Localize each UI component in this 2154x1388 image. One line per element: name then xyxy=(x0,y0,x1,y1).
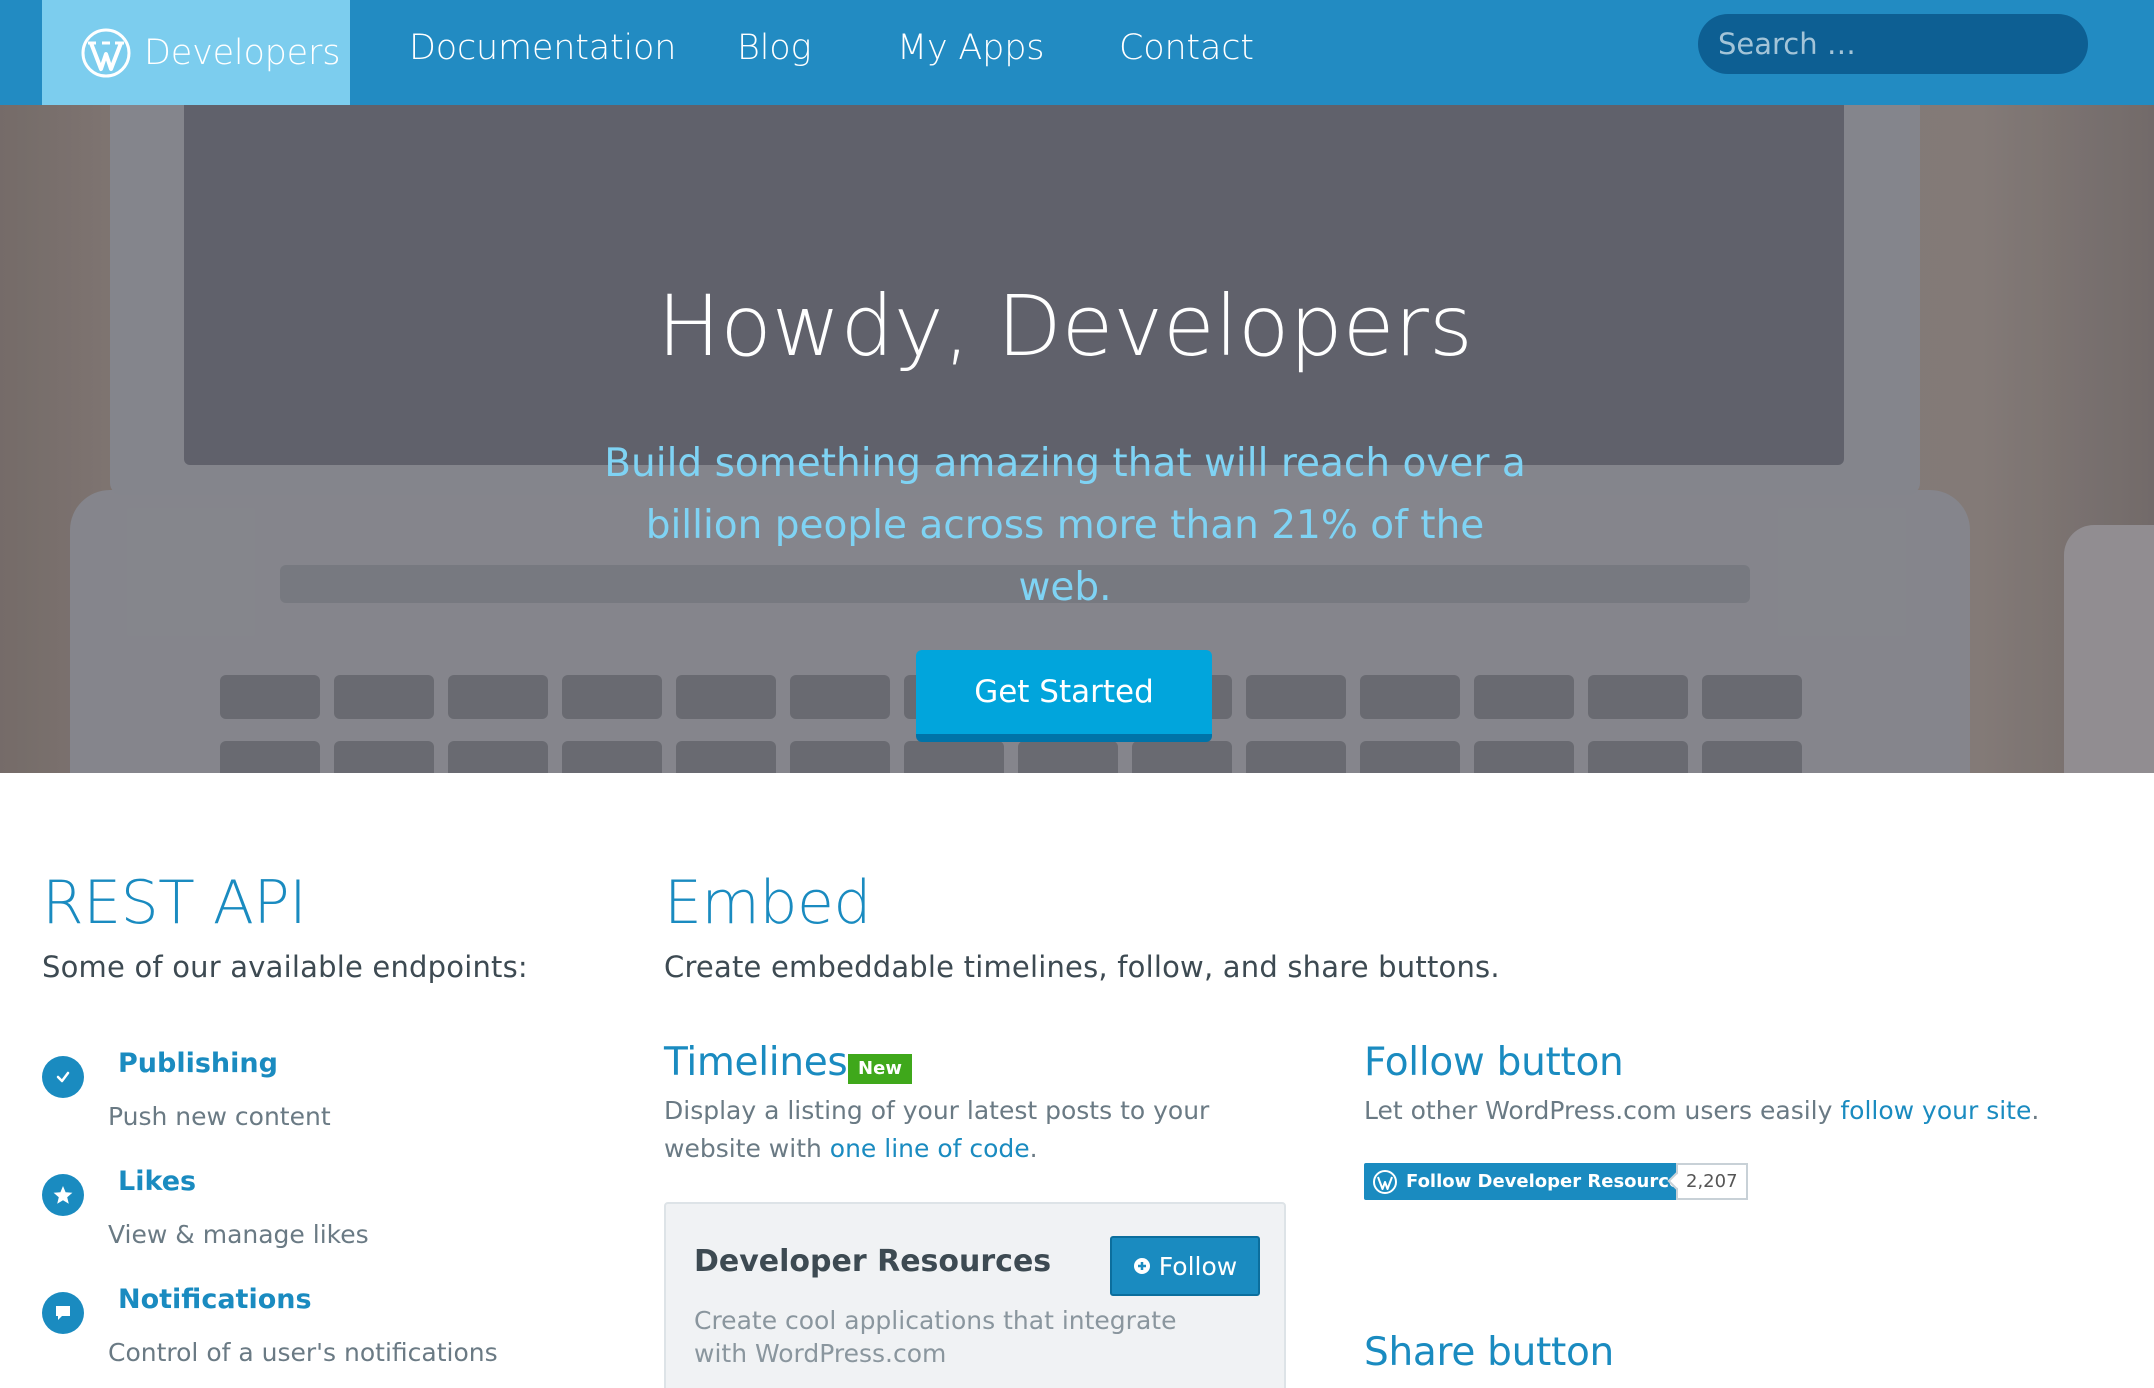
follower-count: 2,207 xyxy=(1676,1163,1748,1200)
brand-label: Developers xyxy=(144,32,341,73)
endpoint-desc: Control of a user's notifications xyxy=(108,1338,498,1367)
embed-title: Embed xyxy=(664,868,871,938)
follow-button-title-link[interactable]: Follow button xyxy=(1364,1040,1624,1085)
rest-api-title: REST API xyxy=(42,868,307,938)
wordpress-logo-icon xyxy=(81,28,131,77)
plus-circle-icon xyxy=(1133,1258,1150,1274)
timelines-description: Display a listing of your latest posts t… xyxy=(664,1096,1210,1163)
brand-home-link[interactable]: Developers xyxy=(42,0,350,105)
nav-link-my-apps[interactable]: My Apps xyxy=(897,0,1044,105)
top-nav: Developers Documentation Blog My Apps Co… xyxy=(0,0,2154,105)
nav-link-contact[interactable]: Contact xyxy=(1119,0,1254,105)
one-line-of-code-link[interactable]: one line of code xyxy=(830,1134,1030,1163)
embed-subtitle: Create embeddable timelines, follow, and… xyxy=(664,950,1500,984)
nav-link-blog[interactable]: Blog xyxy=(737,0,811,105)
share-button-title-link[interactable]: Share button xyxy=(1364,1330,1614,1375)
search-input[interactable] xyxy=(1698,14,2088,74)
endpoint-link-notifications[interactable]: Notifications xyxy=(118,1284,312,1315)
timeline-widget-preview: Developer Resources Follow Create cool a… xyxy=(664,1202,1286,1388)
timelines-title-link[interactable]: Timelines xyxy=(664,1040,848,1085)
widget-blog-title: Developer Resources xyxy=(694,1244,1052,1279)
follow-button-description: Let other WordPress.com users easily fol… xyxy=(1364,1096,2040,1125)
endpoint-link-publishing[interactable]: Publishing xyxy=(118,1048,278,1079)
checkmark-icon xyxy=(42,1056,84,1098)
new-badge: New xyxy=(848,1054,912,1084)
widget-follow-button[interactable]: Follow xyxy=(1110,1236,1260,1296)
endpoint-link-likes[interactable]: Likes xyxy=(118,1166,196,1197)
rest-api-subtitle: Some of our available endpoints: xyxy=(42,950,528,984)
hero-banner: Howdy, Developers Build something amazin… xyxy=(0,105,2154,773)
speech-bubble-icon xyxy=(42,1292,84,1334)
follow-your-site-link[interactable]: follow your site xyxy=(1840,1096,2031,1125)
widget-follow-label: Follow xyxy=(1158,1251,1238,1281)
nav-link-documentation[interactable]: Documentation xyxy=(409,0,676,105)
follow-developer-resources-button[interactable]: Follow Developer Resources xyxy=(1364,1163,1702,1200)
star-icon xyxy=(42,1174,84,1216)
widget-description: Create cool applications that integrate … xyxy=(694,1306,1177,1368)
wordpress-logo-icon xyxy=(1373,1169,1397,1194)
hero-title: Howdy, Developers xyxy=(657,277,1473,375)
endpoint-desc: View & manage likes xyxy=(108,1220,369,1249)
get-started-button[interactable]: Get Started xyxy=(916,650,1212,742)
follow-pill-label: Follow Developer Resources xyxy=(1406,1171,1692,1192)
endpoint-desc: Push new content xyxy=(108,1102,331,1131)
hero-subtitle: Build something amazing that will reach … xyxy=(604,441,1526,610)
